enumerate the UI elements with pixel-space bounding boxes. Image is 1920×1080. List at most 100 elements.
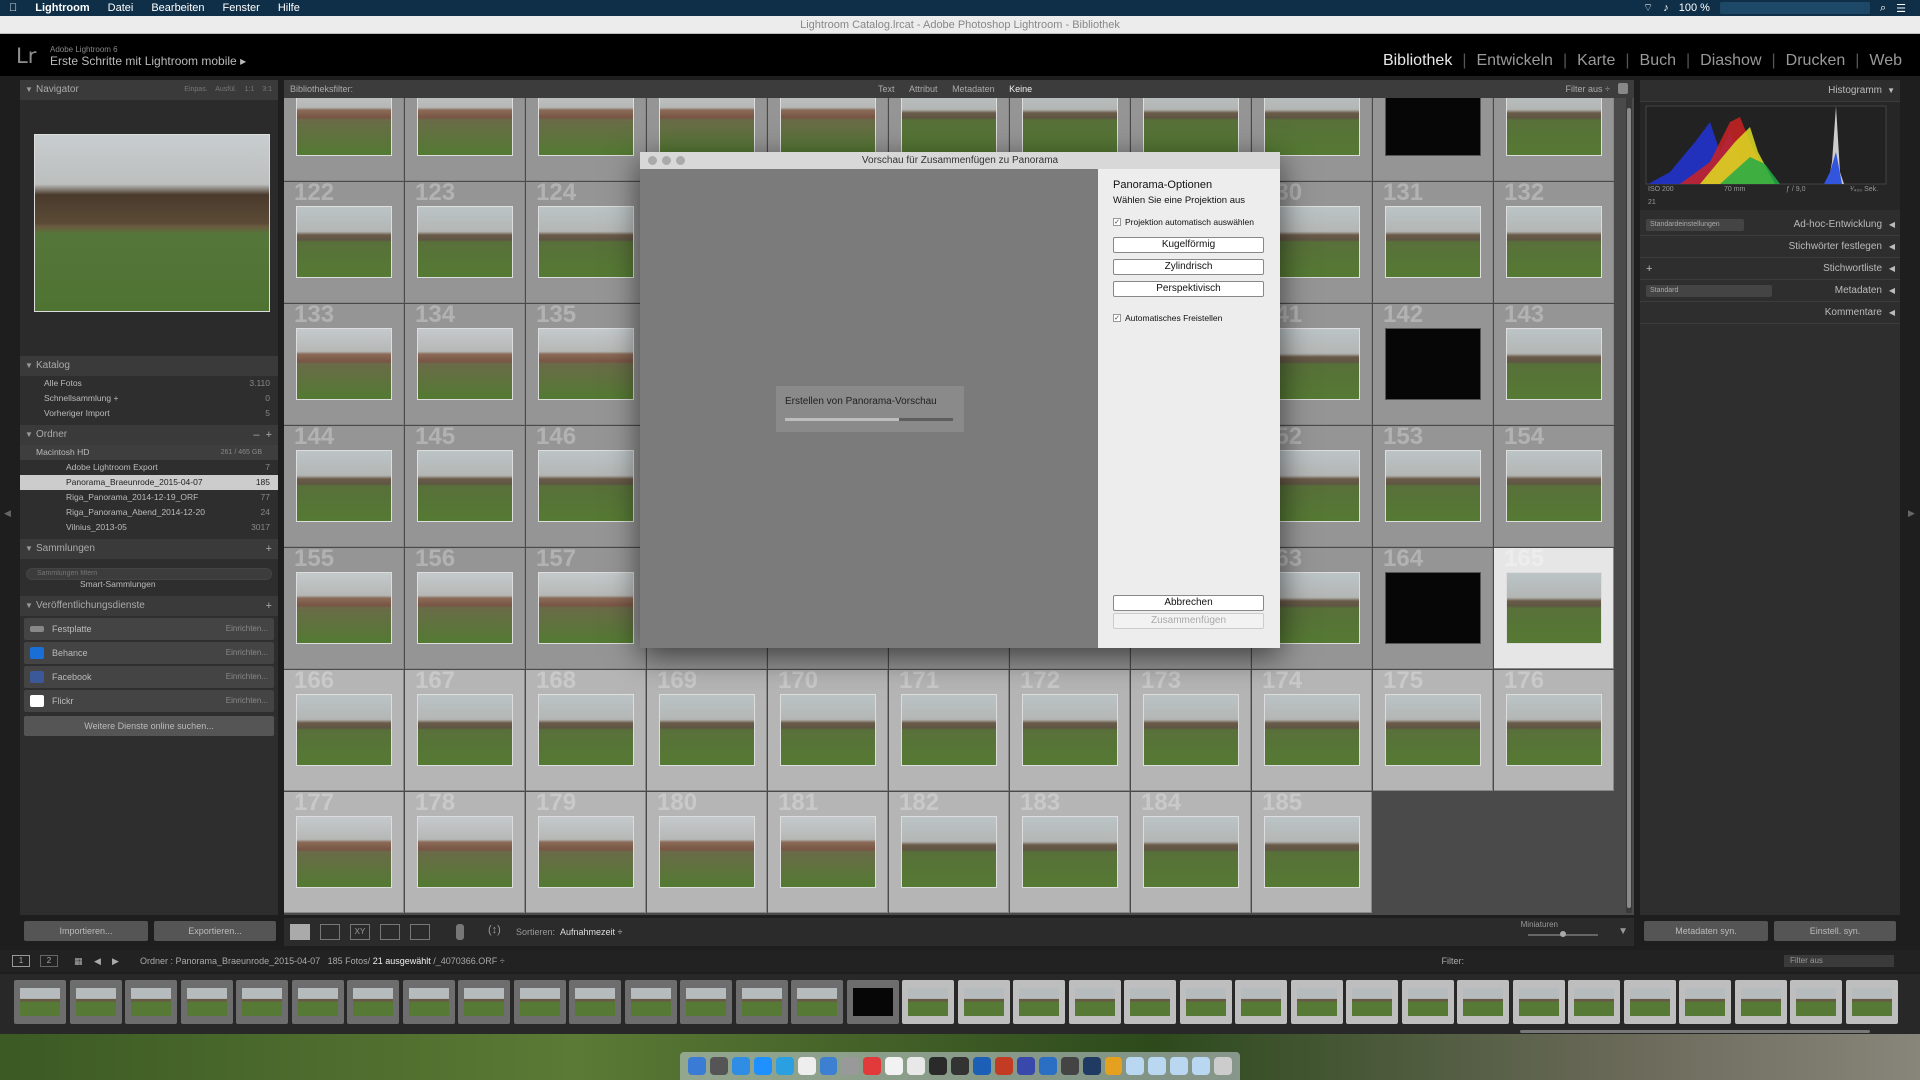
dock-app-icon[interactable]	[1104, 1057, 1123, 1075]
module-bibliothek[interactable]: Bibliothek	[1373, 52, 1462, 70]
filmstrip-thumbnail[interactable]	[291, 980, 344, 1024]
import-button[interactable]: Importieren...	[24, 921, 148, 941]
filmstrip-thumbnail[interactable]	[791, 980, 843, 1024]
dock-app-icon[interactable]	[1192, 1057, 1211, 1075]
grid-cell[interactable]: 153	[1373, 426, 1493, 547]
photo-thumbnail[interactable]	[417, 816, 513, 888]
grid-cell[interactable]: 178	[405, 792, 525, 913]
forward-arrow-icon[interactable]: ▶	[112, 950, 119, 972]
photo-thumbnail[interactable]	[1264, 816, 1360, 888]
spherical-button[interactable]: Kugelförmig	[1113, 237, 1264, 253]
filmstrip-thumbnail[interactable]	[1013, 980, 1065, 1024]
metadata-preset[interactable]: Standard	[1646, 285, 1772, 297]
dock-app-icon[interactable]	[885, 1057, 904, 1075]
publish-header[interactable]: ▼ Veröffentlichungsdienste +	[20, 596, 278, 616]
photo-thumbnail[interactable]	[296, 694, 392, 766]
filmstrip-thumbnail[interactable]	[957, 980, 1010, 1024]
service-festplatte[interactable]: Festplatte Einrichten...	[24, 618, 274, 640]
dock-app-icon[interactable]	[797, 1057, 816, 1075]
filmstrip-thumbnail[interactable]	[347, 980, 399, 1024]
filter-tab-text[interactable]: Text	[872, 84, 901, 94]
zoom-window-icon[interactable]	[676, 156, 685, 165]
menu-hilfe[interactable]: Hilfe	[269, 0, 309, 16]
minimize-window-icon[interactable]	[662, 156, 671, 165]
filmstrip-thumbnail[interactable]	[1401, 980, 1454, 1024]
source-path[interactable]: Ordner : Panorama_Braeunrode_2015-04-07 …	[140, 950, 505, 972]
katalog-all-photos[interactable]: Alle Fotos 3.110	[20, 376, 278, 391]
photo-thumbnail[interactable]	[538, 450, 634, 522]
photo-thumbnail[interactable]	[417, 328, 513, 400]
grid-cell[interactable]: 177	[284, 792, 404, 913]
filmstrip-thumbnail[interactable]	[1790, 980, 1842, 1024]
volume-icon[interactable]: ♪	[1663, 2, 1669, 14]
photo-thumbnail[interactable]	[296, 328, 392, 400]
merge-button[interactable]: Zusammenfügen	[1113, 613, 1264, 629]
dock-app-icon[interactable]	[929, 1057, 948, 1075]
photo-thumbnail[interactable]	[780, 694, 876, 766]
folder-item[interactable]: Riga_Panorama_Abend_2014-12-20 24	[20, 505, 278, 520]
grid-cell[interactable]: 123	[405, 182, 525, 303]
grid-scrollbar[interactable]	[1626, 98, 1632, 913]
filmstrip-thumbnail[interactable]	[1512, 980, 1565, 1024]
dock-app-icon[interactable]	[731, 1057, 750, 1075]
photo-thumbnail[interactable]	[1385, 328, 1481, 400]
grid-cell[interactable]: 133	[284, 304, 404, 425]
grid-small-icon[interactable]: ▦	[74, 950, 83, 972]
grid-view-icon[interactable]	[290, 924, 310, 940]
filter-tab-keine[interactable]: Keine	[1003, 84, 1038, 94]
service-facebook[interactable]: Facebook Einrichten...	[24, 666, 274, 688]
photo-thumbnail[interactable]	[417, 450, 513, 522]
grid-cell[interactable]: 157	[526, 548, 646, 669]
navigator-zoom-options[interactable]: Einpas. Ausfül. 1:1 3:1	[184, 80, 272, 100]
main-window-icon[interactable]: 1	[12, 955, 30, 967]
more-services-button[interactable]: Weitere Dienste online suchen...	[24, 716, 274, 736]
compare-view-icon[interactable]: XY	[350, 924, 370, 940]
dock-app-icon[interactable]	[841, 1057, 860, 1075]
filmstrip-thumbnail[interactable]	[14, 980, 66, 1024]
photo-thumbnail[interactable]	[538, 206, 634, 278]
filmstrip-thumbnail[interactable]	[1734, 980, 1787, 1024]
metadata-header[interactable]: Standard Metadaten ◀	[1640, 280, 1900, 302]
photo-thumbnail[interactable]	[1385, 572, 1481, 644]
keywording-header[interactable]: Stichwörter festlegen ◀	[1640, 236, 1900, 258]
back-arrow-icon[interactable]: ◀	[94, 950, 101, 972]
sync-settings-button[interactable]: Einstell. syn.	[1774, 921, 1896, 941]
dock-app-icon[interactable]	[1038, 1057, 1057, 1075]
grid-cell[interactable]: 165	[1494, 548, 1614, 669]
comments-header[interactable]: Kommentare ◀	[1640, 302, 1900, 324]
grid-cell[interactable]: 122	[284, 182, 404, 303]
second-window-icon[interactable]: 2	[40, 955, 58, 967]
photo-thumbnail[interactable]	[417, 206, 513, 278]
filmstrip-thumbnail[interactable]	[125, 980, 177, 1024]
navigator-header[interactable]: ▼ Navigator Einpas. Ausfül. 1:1 3:1	[20, 80, 278, 100]
lock-icon[interactable]	[1618, 83, 1628, 94]
battery-text[interactable]: 100 %	[1679, 2, 1710, 14]
photo-thumbnail[interactable]	[1506, 206, 1602, 278]
auto-projection-checkbox[interactable]: ✓ Projektion automatisch auswählen	[1113, 217, 1254, 227]
dock-app-icon[interactable]	[1060, 1057, 1079, 1075]
sort-dropdown[interactable]: Aufnahmezeit ÷	[560, 927, 622, 937]
toolbar-menu-chevron-icon[interactable]: ▼	[1618, 926, 1628, 937]
module-drucken[interactable]: Drucken	[1776, 52, 1856, 70]
keyword-add-icon[interactable]: +	[1646, 258, 1652, 280]
filmstrip-thumbnail[interactable]	[1235, 980, 1287, 1024]
grid-cell[interactable]: 144	[284, 426, 404, 547]
photo-thumbnail[interactable]	[538, 328, 634, 400]
grid-cell[interactable]: 183	[1010, 792, 1130, 913]
photo-thumbnail[interactable]	[901, 694, 997, 766]
filmstrip-thumbnail[interactable]	[180, 980, 233, 1024]
katalog-header[interactable]: ▼ Katalog	[20, 356, 278, 376]
katalog-quick-collection[interactable]: Schnellsammlung +0	[20, 391, 278, 406]
survey-view-icon[interactable]	[380, 924, 400, 940]
checkbox-icon[interactable]: ✓	[1113, 314, 1121, 322]
menu-datei[interactable]: Datei	[99, 0, 143, 16]
cancel-button[interactable]: Abbrechen	[1113, 595, 1264, 611]
filmstrip-thumbnail[interactable]	[458, 980, 510, 1024]
keyword-list-header[interactable]: + Stichwortliste ◀	[1640, 258, 1900, 280]
grid-cell[interactable]: 124	[526, 182, 646, 303]
photo-thumbnail[interactable]	[1506, 572, 1602, 644]
katalog-previous-import[interactable]: Vorheriger Import 5	[20, 406, 278, 421]
perspective-button[interactable]: Perspektivisch	[1113, 281, 1264, 297]
photo-thumbnail[interactable]	[1506, 328, 1602, 400]
filmstrip-thumbnail[interactable]	[1124, 980, 1176, 1024]
